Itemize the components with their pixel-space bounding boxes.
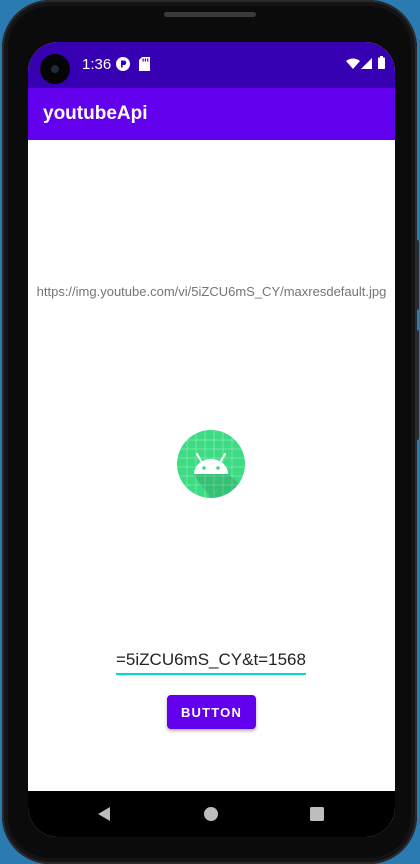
image-url-label: https://img.youtube.com/vi/5iZCU6mS_CY/m… — [36, 284, 387, 299]
recents-button[interactable] — [304, 801, 330, 827]
sd-card-icon — [139, 57, 150, 71]
status-time: 1:36 — [82, 56, 112, 73]
video-url-input[interactable] — [116, 647, 306, 675]
main-content: https://img.youtube.com/vi/5iZCU6mS_CY/m… — [28, 140, 395, 791]
cell-signal-icon — [361, 58, 372, 69]
wifi-icon — [346, 58, 360, 69]
notification-p-icon — [116, 57, 130, 71]
back-icon — [98, 807, 110, 821]
front-camera — [40, 54, 70, 84]
home-button[interactable] — [198, 801, 224, 827]
home-icon — [204, 807, 218, 821]
android-logo-icon — [177, 430, 245, 498]
phone-frame: 1:36 youtubeApi https://img.youtube.com/… — [2, 0, 419, 864]
power-button — [415, 240, 419, 310]
back-button[interactable] — [91, 801, 117, 827]
app-toolbar: youtubeApi — [28, 88, 395, 140]
status-bar: 1:36 — [28, 42, 395, 88]
recents-icon — [310, 807, 324, 821]
navigation-bar — [28, 791, 395, 837]
battery-icon — [378, 56, 385, 69]
main-button[interactable]: BUTTON — [167, 695, 256, 729]
device-screen: 1:36 youtubeApi https://img.youtube.com/… — [28, 42, 395, 837]
volume-button — [415, 330, 419, 440]
app-title: youtubeApi — [43, 103, 148, 124]
speaker-grille — [164, 12, 256, 17]
